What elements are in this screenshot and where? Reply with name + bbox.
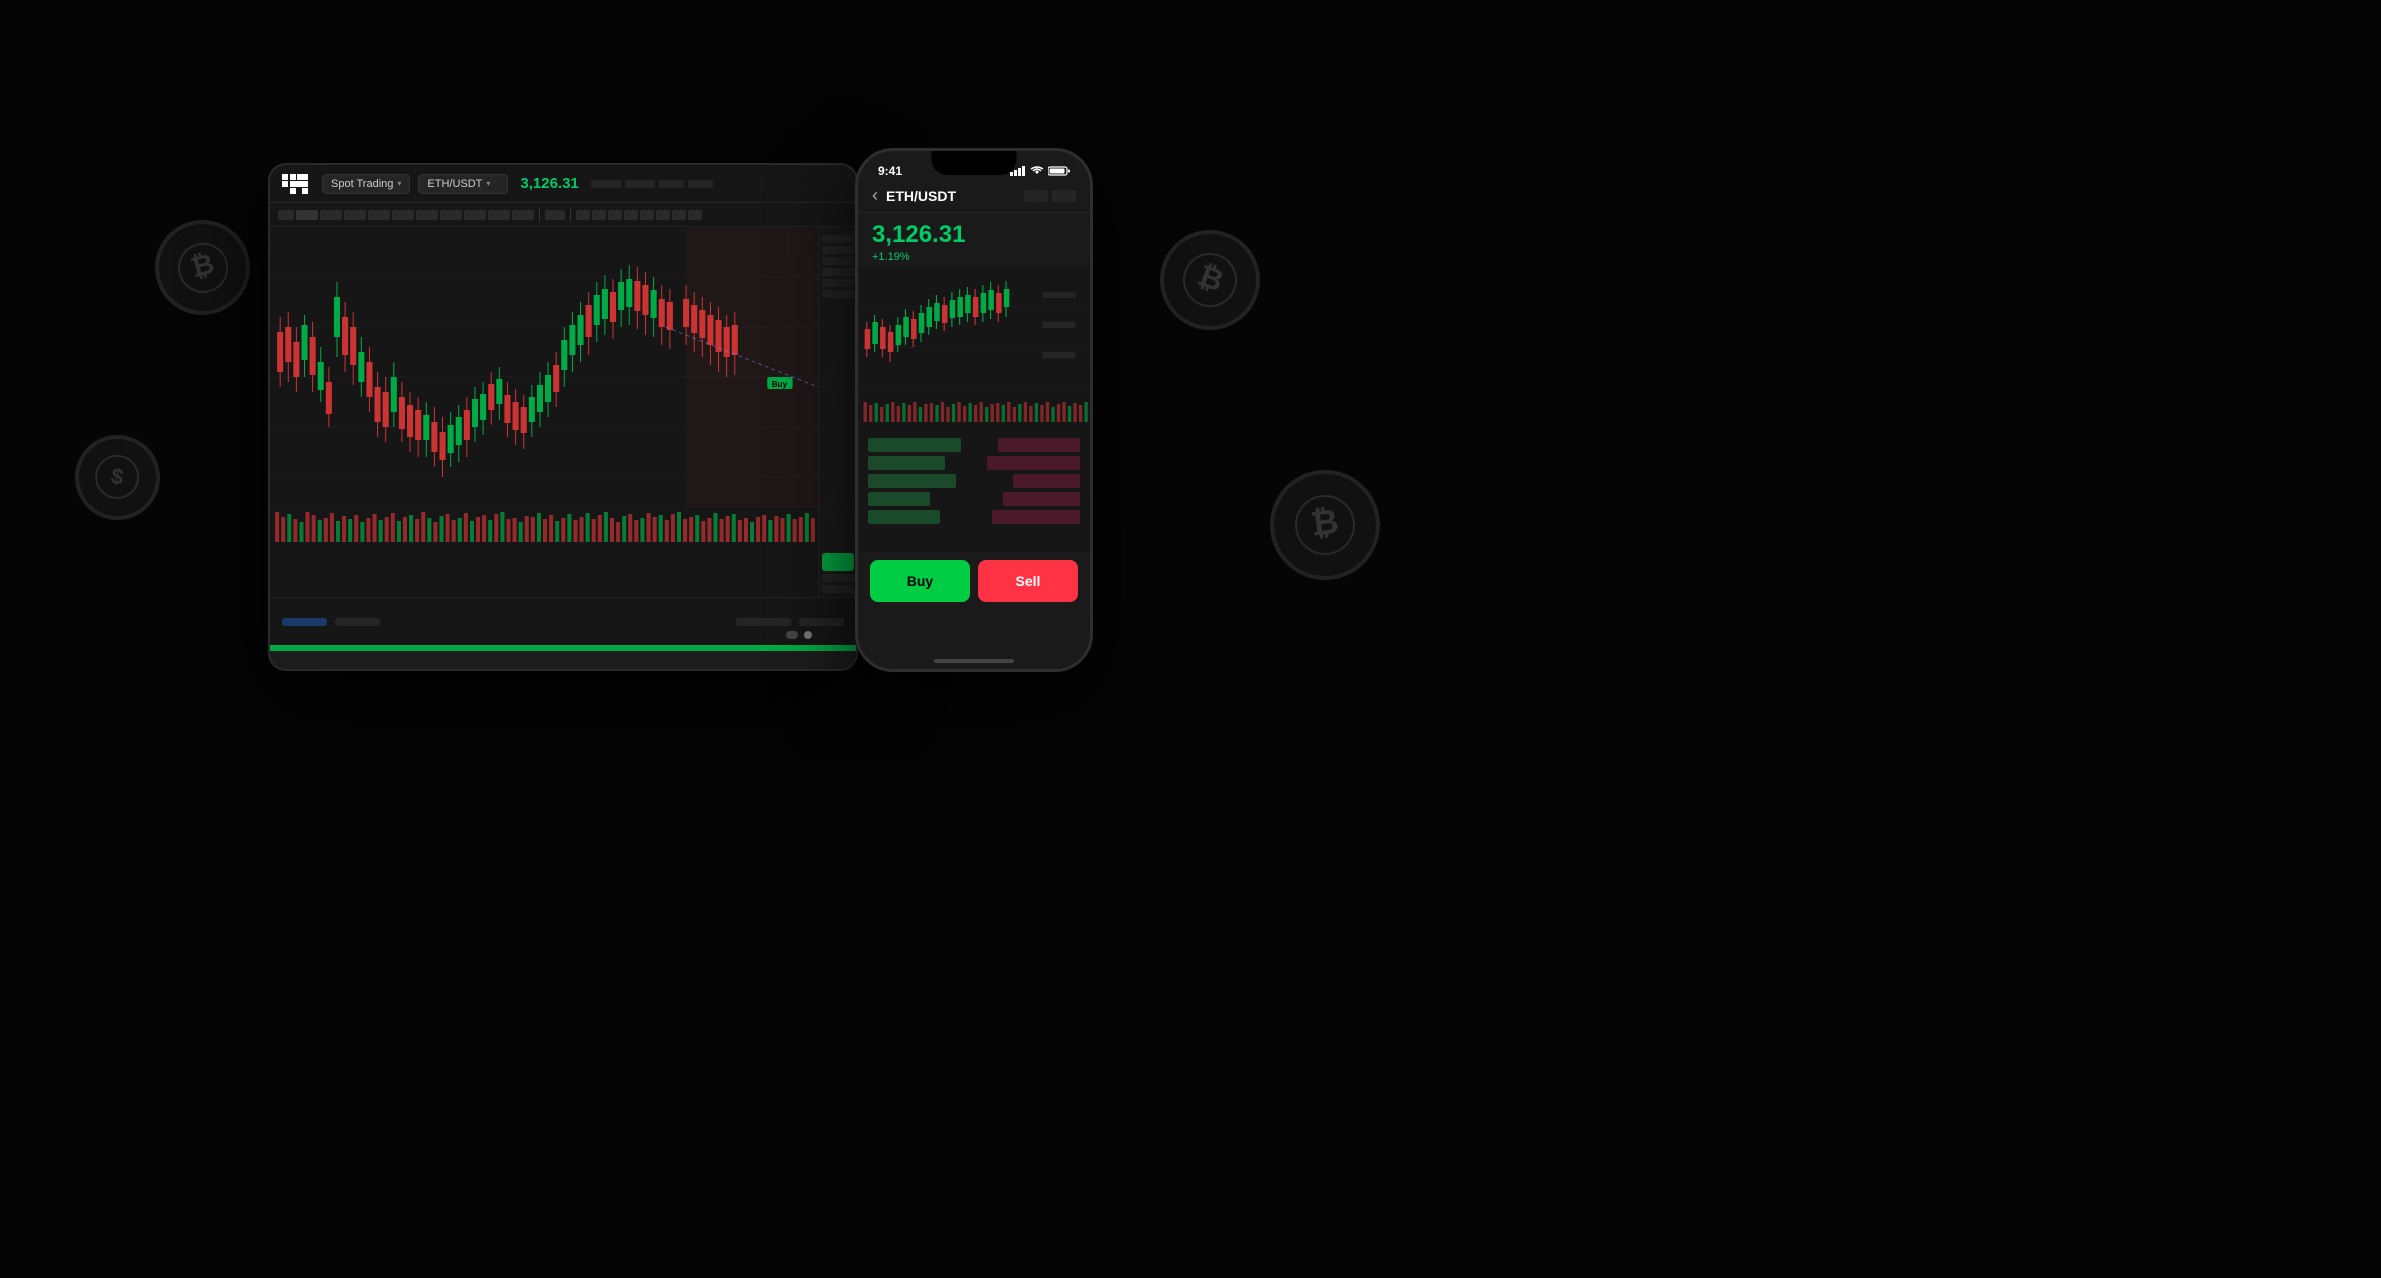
toolbar-icon-3[interactable] [608,210,622,220]
toolbar-item-1[interactable] [278,210,294,220]
toolbar-item-5[interactable] [368,210,390,220]
phone-nav-bar: ‹ ETH/USDT [858,181,1090,213]
toolbar-item-3[interactable] [320,210,342,220]
tablet-chart-main: Buy [270,227,818,597]
battery-icon [1048,166,1070,176]
svg-text:₿: ₿ [1308,502,1341,543]
pair-label: ETH/USDT [427,178,482,190]
phone-price-section: 3,126.31 +1.19% [858,213,1090,267]
sidebar-buy-button[interactable] [822,553,854,571]
toolbar-icon-5[interactable] [640,210,654,220]
toolbar-item-10[interactable] [488,210,510,220]
pair-dropdown-arrow-icon: ▾ [486,179,490,188]
tablet-device: Spot Trading ▾ ETH/USDT ▾ 3,126.31 [268,163,858,671]
phone-action-buttons: Buy Sell [858,552,1090,622]
toolbar-icon-2[interactable] [592,210,606,220]
phone-pair-title: ETH/USDT [886,188,956,204]
tablet-chart-container: Buy [270,227,856,597]
tablet-toolbar [270,203,856,227]
toolbar-icon-4[interactable] [624,210,638,220]
toolbar-item-4[interactable] [344,210,366,220]
svg-text:$: $ [109,463,125,490]
order-book-bids [868,438,971,546]
phone-candlestick-chart [858,267,1090,432]
phone-price: 3,126.31 [872,221,1076,249]
order-book-asks [977,438,1080,546]
spot-trading-dropdown[interactable]: Spot Trading ▾ [322,174,410,194]
toolbar-item-6[interactable] [392,210,414,220]
tablet-price: 3,126.31 [520,175,578,192]
dropdown-arrow-icon: ▾ [397,179,401,188]
back-icon[interactable]: ‹ [872,185,878,206]
svg-text:Buy: Buy [772,380,788,389]
stats-bars [591,180,713,188]
candlestick-chart-svg: Buy [270,227,818,597]
tablet-header: Spot Trading ▾ ETH/USDT ▾ 3,126.31 [270,165,856,203]
toolbar-icon-8[interactable] [688,210,702,220]
svg-text:₿: ₿ [1193,258,1227,297]
svg-text:₿: ₿ [187,247,217,283]
toolbar-mv[interactable] [545,210,565,220]
spot-trading-label: Spot Trading [331,178,393,190]
phone-change: +1.19% [872,251,1076,263]
toolbar-item-7[interactable] [416,210,438,220]
buy-button[interactable]: Buy [870,560,970,602]
pair-dropdown[interactable]: ETH/USDT ▾ [418,174,508,194]
wifi-icon [1030,166,1044,176]
phone-orderbook [858,432,1090,552]
toolbar-icon-1[interactable] [576,210,590,220]
phone-chart-area [858,267,1090,432]
toolbar-item-8[interactable] [440,210,462,220]
toolbar-icon-6[interactable] [656,210,670,220]
toolbar-item-2[interactable] [296,210,318,220]
tablet-bottom-strip [270,645,856,651]
phone-device: 9:41 ‹ ETH/USDT [855,148,1093,672]
phone-home-indicator [934,659,1014,663]
tablet-pagination [786,631,812,639]
phone-notch [932,151,1017,175]
sell-button[interactable]: Sell [978,560,1078,602]
toolbar-item-11[interactable] [512,210,534,220]
okx-logo [282,174,310,194]
tablet-bottom-bar [270,597,856,645]
tablet-chart-sidebar [818,227,856,597]
status-time: 9:41 [878,164,902,178]
toolbar-icon-7[interactable] [672,210,686,220]
status-icons [1010,166,1070,176]
toolbar-item-9[interactable] [464,210,486,220]
